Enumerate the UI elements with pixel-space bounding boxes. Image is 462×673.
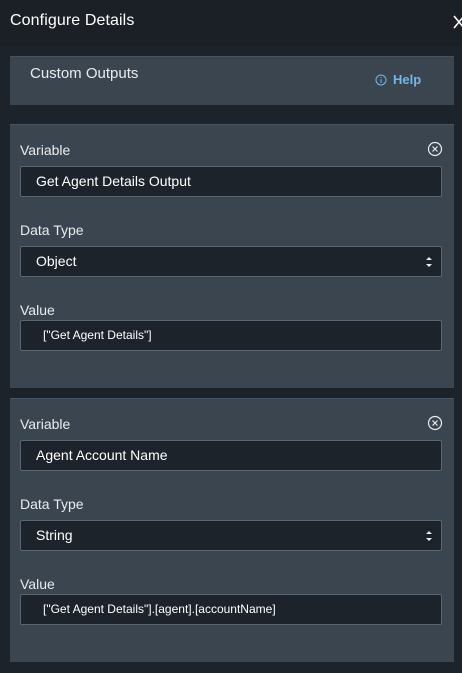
value-input[interactable]: ["Get Agent Details"].[agent].[accountNa… — [20, 594, 442, 625]
variable-input[interactable]: Agent Account Name — [20, 440, 442, 471]
data-type-select[interactable]: Object — [20, 246, 442, 277]
info-icon — [375, 74, 387, 85]
output-card: Variable Agent Account Name Data Type St… — [10, 398, 454, 662]
title-bar: Configure Details — [0, 0, 462, 46]
select-caret-icon — [426, 531, 432, 541]
window-title: Configure Details — [10, 12, 135, 29]
custom-outputs-header: Custom Outputs Help — [10, 56, 454, 105]
value-label: Value — [20, 576, 55, 592]
help-link[interactable]: Help — [375, 72, 421, 87]
help-label: Help — [393, 72, 422, 87]
close-icon[interactable] — [452, 13, 462, 31]
remove-circle-icon[interactable] — [427, 141, 443, 157]
value-input[interactable]: ["Get Agent Details"] — [20, 320, 442, 351]
output-card: Variable Get Agent Details Output Data T… — [10, 124, 454, 388]
data-type-label: Data Type — [20, 222, 84, 238]
data-type-label: Data Type — [20, 496, 84, 512]
data-type-select[interactable]: String — [20, 520, 442, 551]
data-type-value: String — [36, 527, 73, 543]
value-label: Value — [20, 302, 55, 318]
remove-circle-icon[interactable] — [427, 415, 443, 431]
variable-label: Variable — [20, 416, 71, 432]
select-caret-icon — [426, 257, 432, 267]
section-title: Custom Outputs — [30, 65, 139, 82]
variable-input[interactable]: Get Agent Details Output — [20, 166, 442, 197]
variable-label: Variable — [20, 142, 71, 158]
data-type-value: Object — [36, 253, 77, 269]
